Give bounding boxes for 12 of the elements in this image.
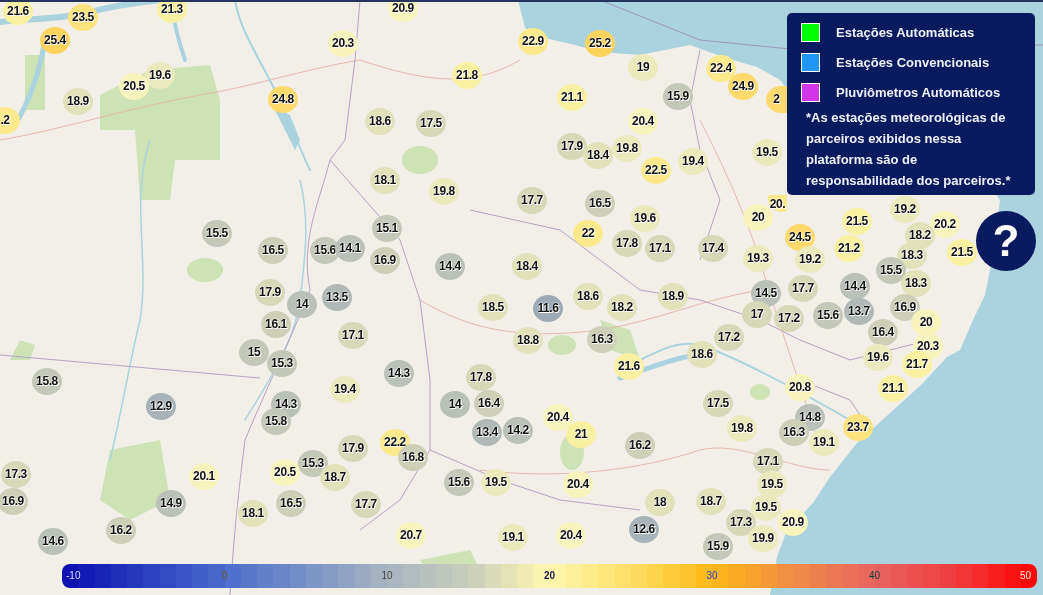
scale-label: -10 xyxy=(66,570,81,582)
scale-label: 40 xyxy=(868,570,881,582)
legend-label: Estações Convencionais xyxy=(836,54,990,70)
scale-label: 30 xyxy=(706,570,718,582)
temperature-marker[interactable]: 20. xyxy=(768,195,787,212)
legend-label: Estações Automáticas xyxy=(836,24,975,40)
scale-label: 20 xyxy=(543,570,556,582)
scale-label: 50 xyxy=(1019,570,1031,582)
legend-label: Pluviômetros Automáticos xyxy=(836,84,1001,100)
scale-label: 10 xyxy=(381,570,393,582)
legend-note: *As estações meteorológicas de parceiros exibidos nessa plataforma são de responsabilidade dos parceiros.* xyxy=(806,109,1012,190)
scale-label: 0 xyxy=(221,570,228,582)
